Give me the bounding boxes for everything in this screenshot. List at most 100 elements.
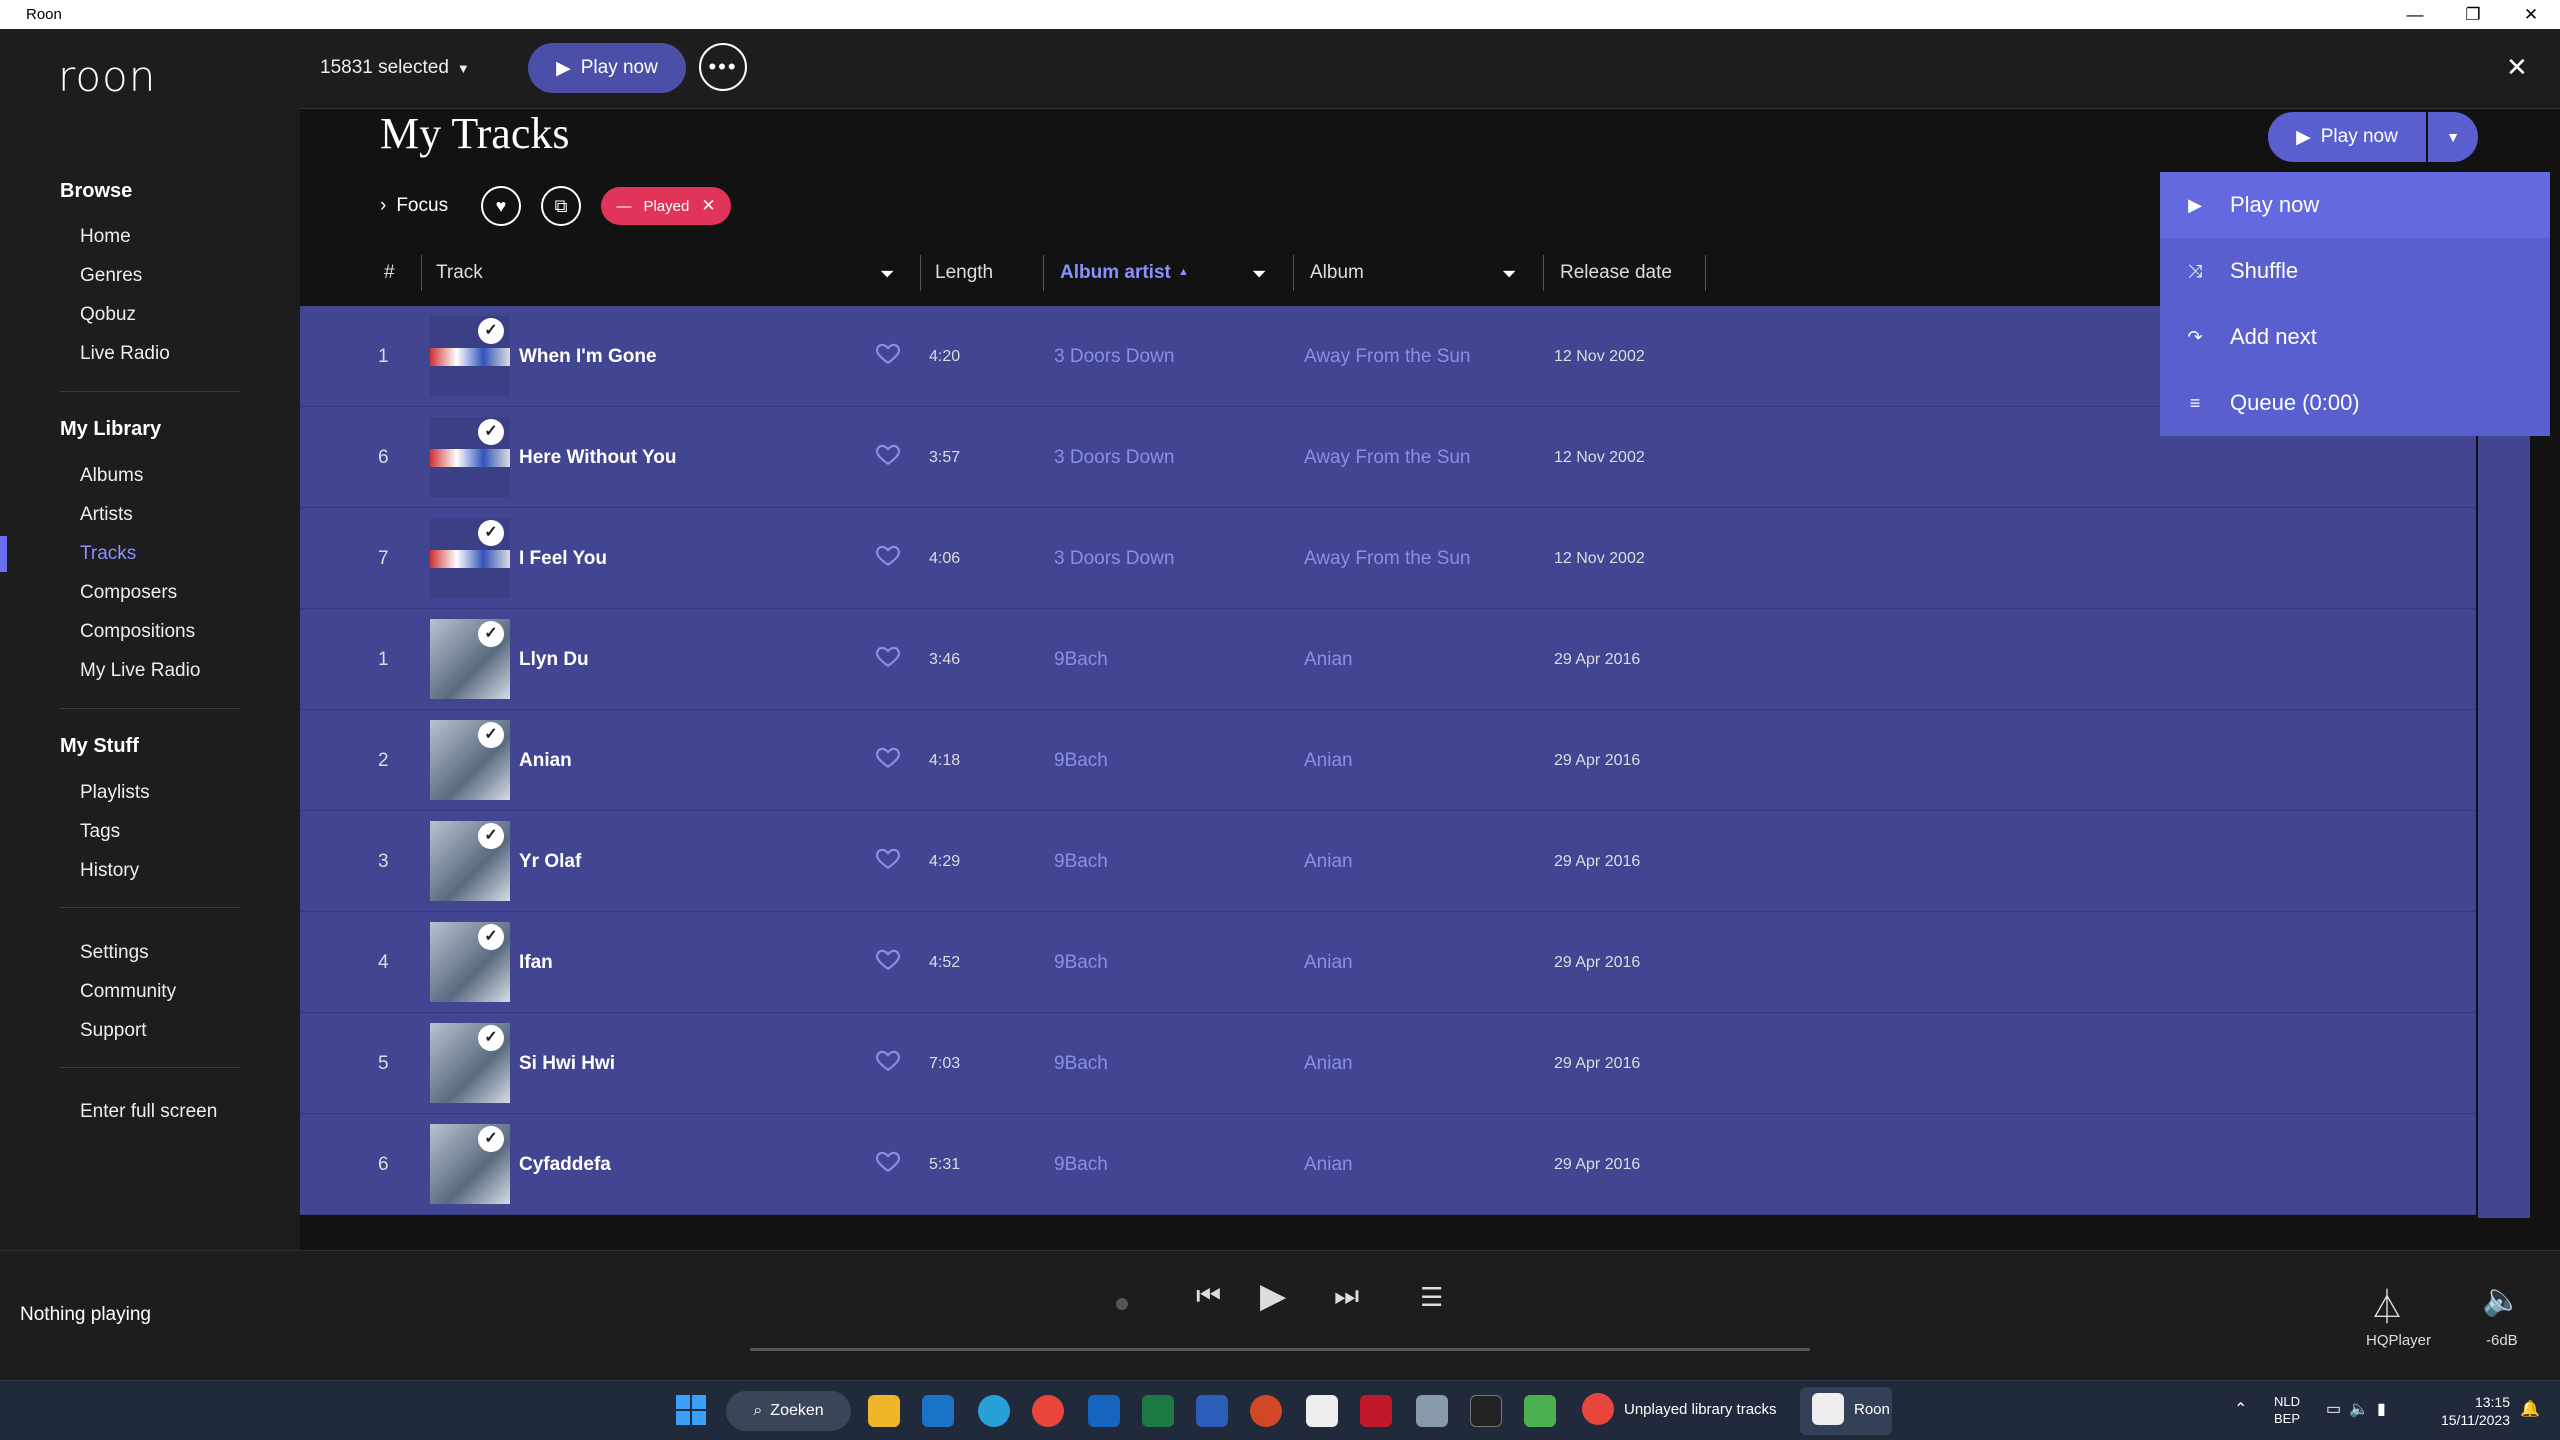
track-filter-icon[interactable]: ⏷ xyxy=(880,264,894,285)
input-language-indicator[interactable]: NLD BEP xyxy=(2274,1393,2300,1427)
heart-icon[interactable] xyxy=(875,643,901,674)
selected-check-icon[interactable]: ✓ xyxy=(478,1025,504,1051)
play-button[interactable]: ▶ xyxy=(1260,1276,1286,1316)
sidebar-item-playlists[interactable]: Playlists xyxy=(80,782,150,804)
close-selection-button[interactable]: ✕ xyxy=(2506,52,2528,83)
track-row[interactable]: 5✓Si Hwi Hwi7:039BachAnian29 Apr 2016••• xyxy=(300,1013,2521,1114)
selection-count-dropdown[interactable]: 15831 selected ▼ xyxy=(320,57,470,79)
next-track-button[interactable]: ⏭ xyxy=(1334,1280,1359,1313)
menu-item-shuffle[interactable]: ⤨ Shuffle xyxy=(2160,238,2550,304)
start-button[interactable] xyxy=(676,1395,706,1425)
selected-check-icon[interactable]: ✓ xyxy=(478,621,504,647)
sidebar-item-tags[interactable]: Tags xyxy=(80,821,120,843)
sidebar-item-qobuz[interactable]: Qobuz xyxy=(80,304,136,326)
selection-play-now-button[interactable]: ▶ Play now xyxy=(528,43,686,93)
album-artist-link[interactable]: 3 Doors Down xyxy=(1054,447,1174,469)
enter-full-screen-link[interactable]: Enter full screen xyxy=(80,1101,217,1123)
selected-check-icon[interactable]: ✓ xyxy=(478,520,504,546)
track-title[interactable]: Here Without You xyxy=(519,447,676,469)
album-link[interactable]: Anian xyxy=(1304,649,1353,671)
game-icon[interactable] xyxy=(1360,1395,1392,1427)
queue-button[interactable]: ☰ xyxy=(1420,1282,1443,1313)
track-title[interactable]: Ifan xyxy=(519,952,553,974)
selected-check-icon[interactable]: ✓ xyxy=(478,1126,504,1152)
track-title[interactable]: Anian xyxy=(519,750,572,772)
column-number[interactable]: # xyxy=(384,262,395,284)
heart-icon[interactable] xyxy=(875,441,901,472)
file-explorer-icon[interactable] xyxy=(868,1395,900,1427)
track-row[interactable]: 7 ✓ I Feel You 4:06 3 Doors Down Away From th… xyxy=(300,508,2521,609)
album-link[interactable]: Away From the Sun xyxy=(1304,548,1471,570)
tag-filter-button[interactable]: ⧉ xyxy=(541,186,581,226)
sidebar-item-artists[interactable]: Artists xyxy=(80,504,133,526)
volume-icon[interactable]: 🔈 xyxy=(2482,1280,2522,1318)
track-row[interactable]: 3✓Yr Olaf4:299BachAnian29 Apr 2016••• xyxy=(300,811,2521,912)
album-link[interactable]: Anian xyxy=(1304,952,1353,974)
album-artist-link[interactable]: 9Bach xyxy=(1054,1154,1108,1176)
track-row[interactable]: 2✓Anian4:189BachAnian29 Apr 2016••• xyxy=(300,710,2521,811)
clock[interactable]: 13:15 15/11/2023 xyxy=(2420,1393,2510,1429)
sidebar-item-settings[interactable]: Settings xyxy=(80,942,149,964)
track-row[interactable]: 4✓Ifan4:529BachAnian29 Apr 2016••• xyxy=(300,912,2521,1013)
heart-icon[interactable] xyxy=(875,1148,901,1179)
column-album[interactable]: Album xyxy=(1310,262,1364,284)
minimize-button[interactable]: — xyxy=(2386,0,2444,29)
network-tool-icon[interactable] xyxy=(1416,1395,1448,1427)
heart-icon[interactable] xyxy=(875,1047,901,1078)
sidebar-item-home[interactable]: Home xyxy=(80,226,131,248)
sidebar-item-composers[interactable]: Composers xyxy=(80,582,177,604)
sidebar-item-support[interactable]: Support xyxy=(80,1020,147,1042)
utility-icon[interactable] xyxy=(1524,1395,1556,1427)
track-row[interactable]: 6✓Cyfaddefa5:319BachAnian29 Apr 2016••• xyxy=(300,1114,2521,1215)
menu-item-add-next[interactable]: ↷ Add next xyxy=(2160,304,2550,370)
track-title[interactable]: Yr Olaf xyxy=(519,851,581,873)
track-title[interactable]: Cyfaddefa xyxy=(519,1154,611,1176)
selection-more-button[interactable]: ••• xyxy=(699,43,747,91)
album-filter-icon[interactable]: ⏷ xyxy=(1502,264,1516,285)
column-length[interactable]: Length xyxy=(935,262,993,284)
track-title[interactable]: Si Hwi Hwi xyxy=(519,1053,615,1075)
terminal-icon[interactable] xyxy=(1470,1395,1502,1427)
album-link[interactable]: Anian xyxy=(1304,750,1353,772)
sidebar-item-tracks[interactable]: Tracks xyxy=(80,543,136,565)
selected-check-icon[interactable]: ✓ xyxy=(478,722,504,748)
excel-icon[interactable] xyxy=(1142,1395,1174,1427)
favorite-filter-button[interactable]: ♥ xyxy=(481,186,521,226)
sidebar-item-live-radio[interactable]: Live Radio xyxy=(80,343,170,365)
previous-track-button[interactable]: ⏮ xyxy=(1196,1280,1221,1313)
album-artist-link[interactable]: 9Bach xyxy=(1054,750,1108,772)
album-link[interactable]: Away From the Sun xyxy=(1304,447,1471,469)
selected-check-icon[interactable]: ✓ xyxy=(478,924,504,950)
chrome-icon[interactable] xyxy=(1032,1395,1064,1427)
played-filter-chip[interactable]: — Played ✕ xyxy=(601,187,731,225)
album-artist-link[interactable]: 9Bach xyxy=(1054,649,1108,671)
column-release-date[interactable]: Release date xyxy=(1560,262,1672,284)
heart-icon[interactable] xyxy=(875,542,901,573)
sidebar-item-community[interactable]: Community xyxy=(80,981,176,1003)
album-link[interactable]: Anian xyxy=(1304,1154,1353,1176)
album-link[interactable]: Anian xyxy=(1304,851,1353,873)
heart-icon[interactable] xyxy=(875,744,901,775)
selected-check-icon[interactable]: ✓ xyxy=(478,318,504,344)
taskbar-search[interactable]: ⌕ Zoeken xyxy=(726,1391,851,1431)
album-artist-link[interactable]: 9Bach xyxy=(1054,851,1108,873)
restore-button[interactable]: ❐ xyxy=(2444,0,2502,29)
album-artist-filter-icon[interactable]: ⏷ xyxy=(1252,264,1266,285)
sidebar-item-history[interactable]: History xyxy=(80,860,139,882)
heart-icon[interactable] xyxy=(875,946,901,977)
album-artist-link[interactable]: 3 Doors Down xyxy=(1054,346,1174,368)
column-album-artist[interactable]: Album artist xyxy=(1060,262,1171,284)
system-tray-icons[interactable]: ▭🔈▮ xyxy=(2326,1399,2394,1419)
page-play-now-button[interactable]: ▶ Play now xyxy=(2268,112,2426,162)
sidebar-item-my-live-radio[interactable]: My Live Radio xyxy=(80,660,200,682)
column-track[interactable]: Track xyxy=(436,262,483,284)
zone-label[interactable]: HQPlayer xyxy=(2366,1332,2431,1349)
taskbar-chrome-window[interactable]: Unplayed library tracks xyxy=(1582,1393,1777,1425)
sidebar-item-compositions[interactable]: Compositions xyxy=(80,621,195,643)
roon-logo[interactable]: roon xyxy=(58,52,156,101)
heart-icon[interactable] xyxy=(875,845,901,876)
seek-bar[interactable] xyxy=(750,1348,1810,1351)
track-row[interactable]: 6 ✓ Here Without You 3:57 3 Doors Down Away F… xyxy=(300,407,2521,508)
word-icon[interactable] xyxy=(1196,1395,1228,1427)
track-title[interactable]: I Feel You xyxy=(519,548,607,570)
